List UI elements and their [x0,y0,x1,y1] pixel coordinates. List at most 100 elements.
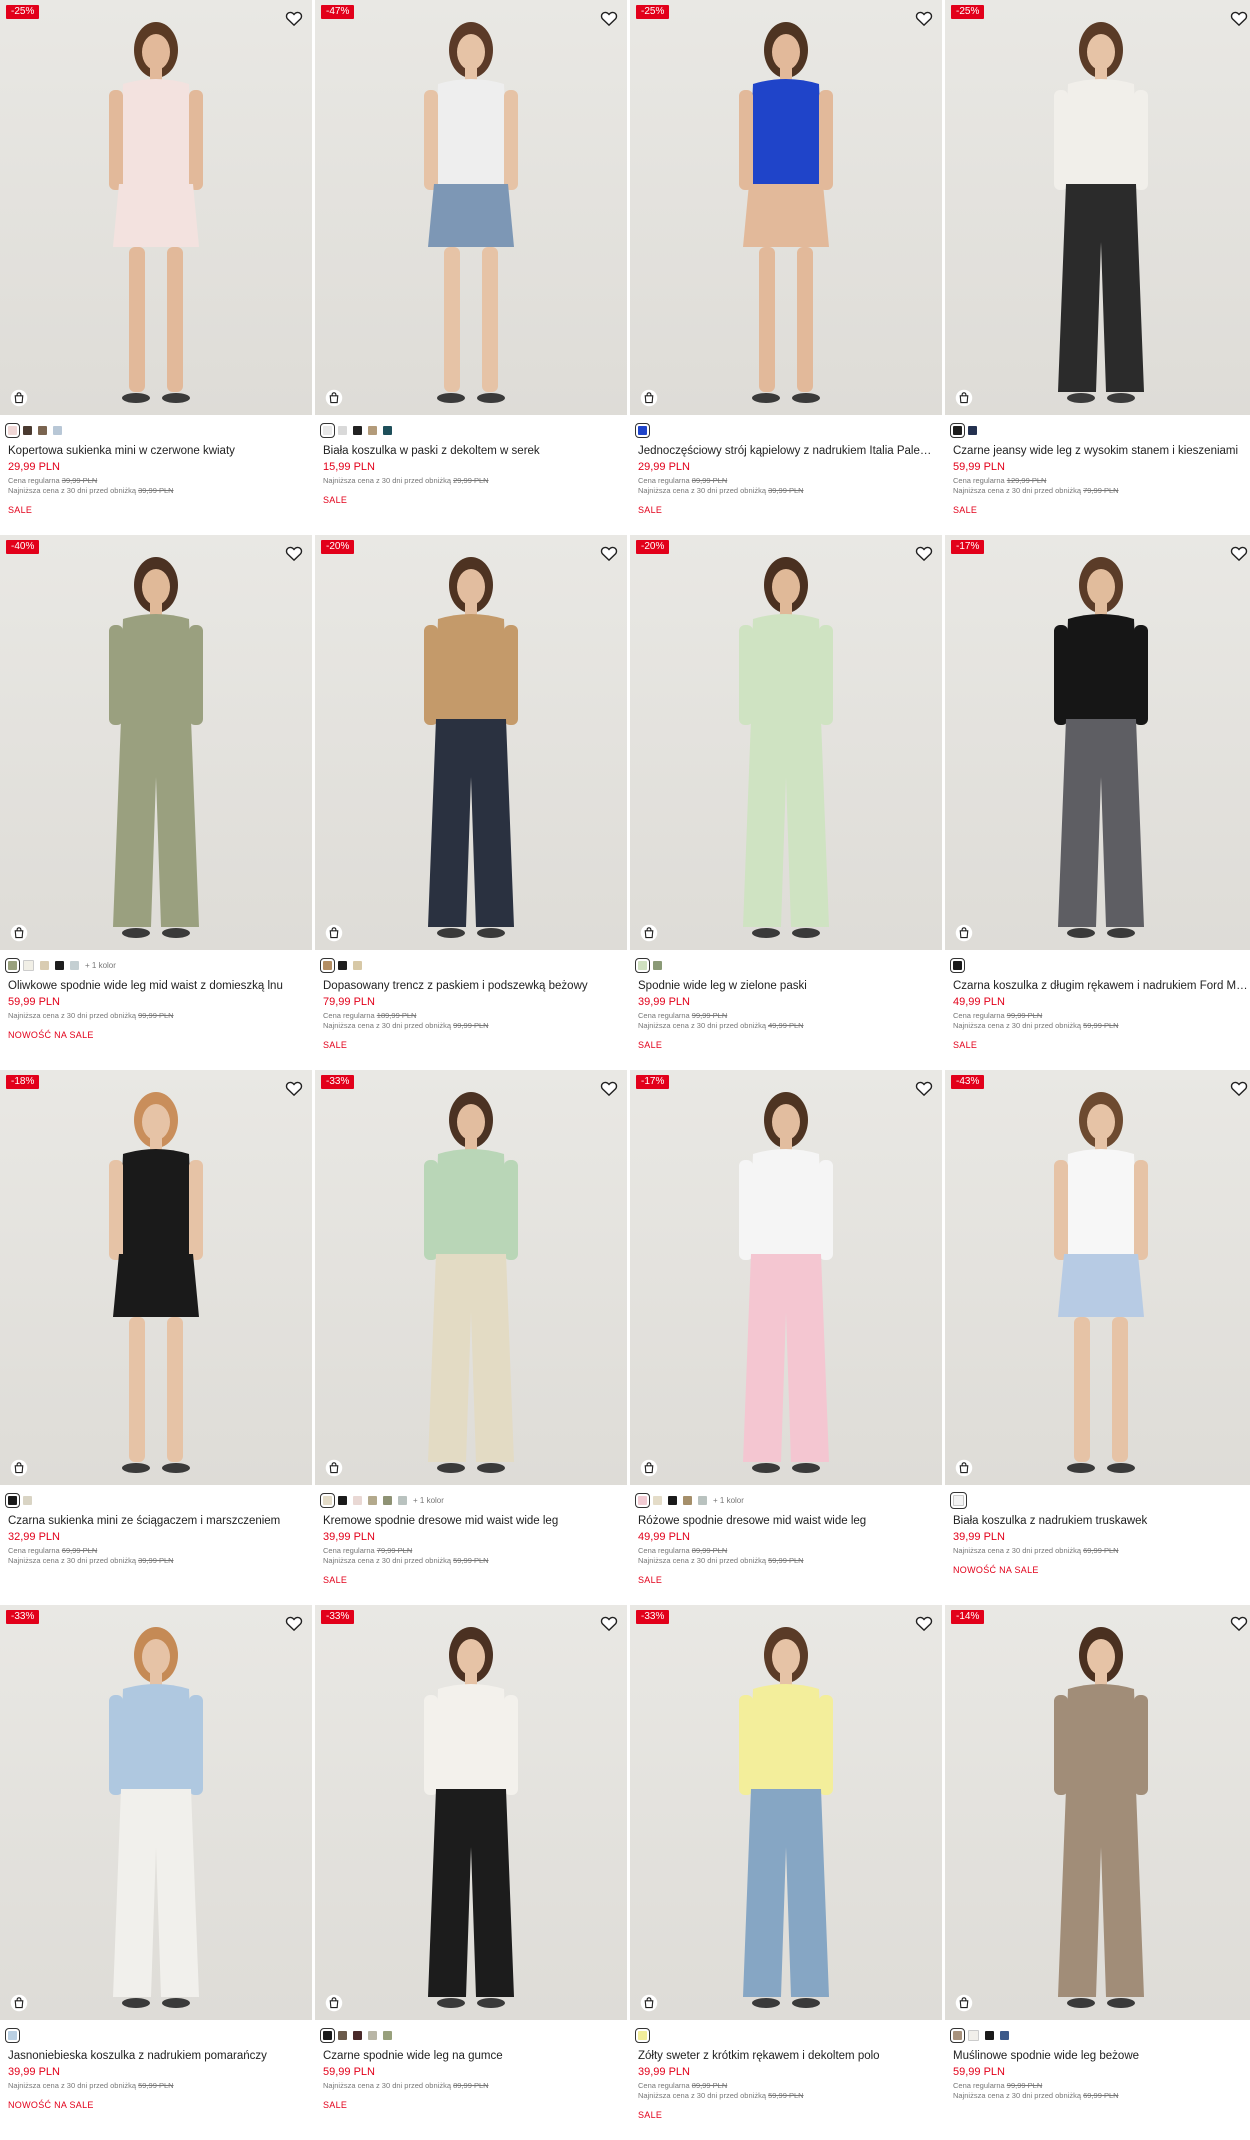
product-image[interactable]: -43% [945,1070,1250,1485]
product-card[interactable]: -33% Czarne spodnie wide leg na gumce 59,9… [315,1605,627,2140]
add-to-bag-icon[interactable] [955,924,973,942]
color-swatch[interactable] [5,2027,20,2043]
color-swatch[interactable] [23,1495,32,1505]
product-card[interactable]: -33% Żółty sweter z krótkim rękawem i dek… [630,1605,942,2140]
color-swatch[interactable] [968,425,977,435]
product-image[interactable]: -25% [945,0,1250,415]
product-card[interactable]: -17% + 1 kolor Różowe spodnie dresowe mid … [630,1070,942,1605]
color-swatch[interactable] [383,1495,392,1505]
color-swatch[interactable] [5,957,20,973]
product-card[interactable]: -20% Spodnie wide leg w zielone paski 39,9… [630,535,942,1070]
color-swatch[interactable] [1000,2030,1009,2040]
product-name[interactable]: Różowe spodnie dresowe mid waist wide le… [638,1515,934,1527]
color-swatch[interactable] [338,960,347,970]
add-to-bag-icon[interactable] [955,1994,973,2012]
wishlist-heart-icon[interactable] [914,1078,934,1098]
product-image[interactable]: -33% [315,1070,627,1485]
product-name[interactable]: Żółty sweter z krótkim rękawem i dekolte… [638,2050,934,2062]
wishlist-heart-icon[interactable] [284,1613,304,1633]
wishlist-heart-icon[interactable] [1229,543,1249,563]
color-swatch[interactable] [368,2030,377,2040]
product-name[interactable]: Jednoczęściowy strój kąpielowy z nadruki… [638,445,934,457]
product-card[interactable]: -40% + 1 kolor Oliwkowe spodnie wide leg m… [0,535,312,1070]
product-card[interactable]: -18% Czarna sukienka mini ze ściągaczem i… [0,1070,312,1605]
product-name[interactable]: Kremowe spodnie dresowe mid waist wide l… [323,1515,619,1527]
add-to-bag-icon[interactable] [640,1994,658,2012]
color-swatch[interactable] [353,1495,362,1505]
product-card[interactable]: -47% Biała koszulka w paski z dekoltem w … [315,0,627,535]
color-swatch[interactable] [683,1495,692,1505]
product-name[interactable]: Muślinowe spodnie wide leg beżowe [953,2050,1249,2062]
add-to-bag-icon[interactable] [325,1994,343,2012]
color-swatch[interactable] [635,1492,650,1508]
color-swatch[interactable] [383,2030,392,2040]
color-swatch[interactable] [985,2030,994,2040]
add-to-bag-icon[interactable] [955,389,973,407]
color-swatch[interactable] [353,425,362,435]
color-swatch[interactable] [320,957,335,973]
product-card[interactable]: -33% Jasnoniebieska koszulka z nadrukiem … [0,1605,312,2140]
product-name[interactable]: Czarna koszulka z długim rękawem i nadru… [953,980,1249,992]
color-swatch[interactable] [5,422,20,438]
product-name[interactable]: Dopasowany trencz z paskiem i podszewką … [323,980,619,992]
color-swatch[interactable] [398,1495,407,1505]
product-name[interactable]: Czarne spodnie wide leg na gumce [323,2050,619,2062]
wishlist-heart-icon[interactable] [284,543,304,563]
color-swatch[interactable] [23,959,34,971]
product-image[interactable]: -33% [315,1605,627,2020]
product-image[interactable]: -20% [315,535,627,950]
product-image[interactable]: -40% [0,535,312,950]
color-swatch[interactable] [950,2027,965,2043]
add-to-bag-icon[interactable] [10,1994,28,2012]
color-swatch[interactable] [668,1495,677,1505]
color-swatch[interactable] [950,957,965,973]
add-to-bag-icon[interactable] [325,389,343,407]
product-name[interactable]: Oliwkowe spodnie wide leg mid waist z do… [8,980,304,992]
color-swatch[interactable] [53,425,62,435]
product-image[interactable]: -33% [0,1605,312,2020]
product-image[interactable]: -17% [945,535,1250,950]
product-name[interactable]: Jasnoniebieska koszulka z nadrukiem poma… [8,2050,304,2062]
add-to-bag-icon[interactable] [955,1459,973,1477]
wishlist-heart-icon[interactable] [599,543,619,563]
product-name[interactable]: Biała koszulka z nadrukiem truskawek [953,1515,1249,1527]
product-name[interactable]: Kopertowa sukienka mini w czerwone kwiat… [8,445,304,457]
product-image[interactable]: -25% [630,0,942,415]
product-card[interactable]: -43% Biała koszulka z nadrukiem truskawek… [945,1070,1250,1605]
product-image[interactable]: -47% [315,0,627,415]
product-image[interactable]: -20% [630,535,942,950]
color-swatch[interactable] [635,422,650,438]
product-card[interactable]: -25% Jednoczęściowy strój kąpielowy z nad… [630,0,942,535]
wishlist-heart-icon[interactable] [599,1613,619,1633]
color-swatch[interactable] [635,957,650,973]
color-swatch[interactable] [5,1492,20,1508]
wishlist-heart-icon[interactable] [914,543,934,563]
product-name[interactable]: Czarne jeansy wide leg z wysokim stanem … [953,445,1249,457]
wishlist-heart-icon[interactable] [1229,1613,1249,1633]
color-swatch[interactable] [968,2029,979,2041]
product-image[interactable]: -33% [630,1605,942,2020]
product-name[interactable]: Spodnie wide leg w zielone paski [638,980,934,992]
add-to-bag-icon[interactable] [640,1459,658,1477]
add-to-bag-icon[interactable] [325,924,343,942]
color-swatch[interactable] [320,2027,335,2043]
product-name[interactable]: Czarna sukienka mini ze ściągaczem i mar… [8,1515,304,1527]
color-swatch[interactable] [338,2030,347,2040]
more-colors-label[interactable]: + 1 kolor [85,961,116,970]
product-image[interactable]: -14% [945,1605,1250,2020]
wishlist-heart-icon[interactable] [914,8,934,28]
product-card[interactable]: -25% Kopertowa sukienka mini w czerwone k… [0,0,312,535]
add-to-bag-icon[interactable] [640,924,658,942]
color-swatch[interactable] [653,1495,662,1505]
color-swatch[interactable] [950,1491,967,1509]
product-card[interactable]: -33% + 1 kolor Kremowe spodnie dresowe mid… [315,1070,627,1605]
color-swatch[interactable] [338,1495,347,1505]
color-swatch[interactable] [320,422,335,438]
product-name[interactable]: Biała koszulka w paski z dekoltem w sere… [323,445,619,457]
color-swatch[interactable] [353,2030,362,2040]
color-swatch[interactable] [383,425,392,435]
wishlist-heart-icon[interactable] [1229,1078,1249,1098]
product-image[interactable]: -25% [0,0,312,415]
add-to-bag-icon[interactable] [640,389,658,407]
color-swatch[interactable] [353,960,362,970]
